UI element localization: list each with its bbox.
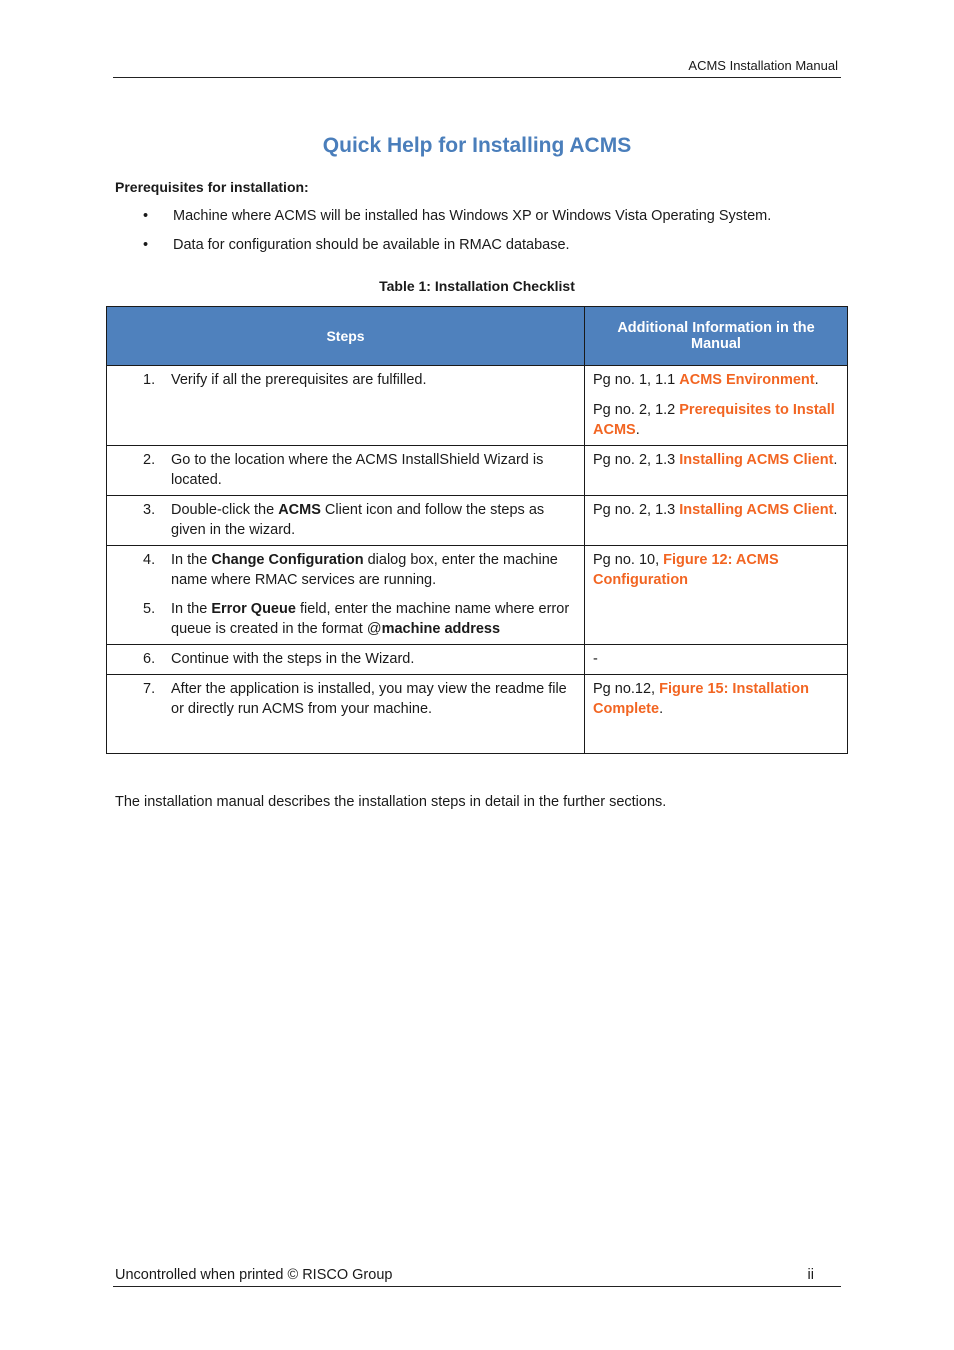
step-item: 3. Double-click the ACMS Client icon and …: [115, 500, 576, 540]
info-text: .: [833, 452, 838, 468]
installation-checklist-table: Steps Additional Information in the Manu…: [106, 306, 848, 754]
info-text: .: [833, 502, 838, 518]
table-row: 7. After the application is installed, yo…: [106, 674, 848, 754]
info-reference: -: [593, 649, 839, 669]
step-cell: 2. Go to the location where the ACMS Inst…: [106, 445, 585, 496]
step-number: 5.: [143, 601, 156, 617]
emphasis-text: machine address: [381, 621, 501, 637]
step-text: Double-click the ACMS Client icon and fo…: [171, 500, 576, 540]
footer-text: Uncontrolled when printed © RISCO Group: [115, 1267, 393, 1283]
step-number: 3.: [143, 502, 156, 518]
info-reference: Pg no. 10, Figure 12: ACMS Configuration: [593, 550, 839, 590]
bullet-icon: •: [143, 237, 149, 253]
info-cell: Pg no. 10, Figure 12: ACMS Configuration: [584, 545, 848, 645]
column-header-steps: Steps: [106, 306, 585, 366]
step-item: 5. In the Error Queue field, enter the ma…: [115, 599, 576, 639]
page-number: ii: [807, 1267, 814, 1283]
page-title: Quick Help for Installing ACMS: [322, 134, 632, 157]
info-text: Pg no. 2, 1.3: [593, 452, 680, 468]
info-text: Pg no.12,: [593, 681, 660, 697]
closing-paragraph: The installation manual describes the in…: [115, 794, 667, 810]
step-cell: 3. Double-click the ACMS Client icon and …: [106, 495, 585, 546]
list-item-text: Machine where ACMS will be installed has…: [173, 208, 772, 224]
step-text: After the application is installed, you …: [171, 679, 576, 719]
info-text: Pg no. 2, 1.3: [593, 502, 680, 518]
step-cell: 7. After the application is installed, yo…: [106, 674, 585, 754]
table-row: 6. Continue with the steps in the Wizard.…: [106, 644, 848, 675]
info-cell: Pg no. 2, 1.3 Installing ACMS Client.: [584, 445, 848, 496]
info-text: Pg no. 1, 1.1: [593, 372, 680, 388]
info-reference: Pg no. 1, 1.1 ACMS Environment.: [593, 370, 839, 390]
info-text: -: [593, 651, 598, 667]
emphasis-text: Error Queue: [211, 601, 296, 617]
step-text: In the Change Configuration dialog box, …: [171, 550, 576, 590]
info-text: .: [635, 422, 640, 438]
step-text-part: Double-click the: [171, 502, 279, 518]
step-text-part: Verify if all the prerequisites are fulf…: [171, 372, 427, 388]
step-number: 4.: [143, 552, 156, 568]
bullet-icon: •: [143, 208, 149, 224]
step-cell: 4. In the Change Configuration dialog box…: [106, 545, 585, 645]
step-text: In the Error Queue field, enter the mach…: [171, 599, 576, 639]
table-row: 2. Go to the location where the ACMS Inst…: [106, 445, 848, 496]
info-cell: Pg no. 2, 1.3 Installing ACMS Client.: [584, 495, 848, 546]
table-row: 3. Double-click the ACMS Client icon and …: [106, 495, 848, 546]
cross-reference-link[interactable]: Installing ACMS Client: [679, 502, 833, 518]
step-text-part: After the application is installed, you …: [171, 681, 567, 717]
step-text-part: In the: [171, 601, 212, 617]
footer-divider: [113, 1286, 841, 1287]
step-item: 2. Go to the location where the ACMS Inst…: [115, 450, 576, 490]
info-cell: -: [584, 644, 848, 675]
step-number: 6.: [143, 651, 156, 667]
step-text: Verify if all the prerequisites are fulf…: [171, 370, 576, 390]
emphasis-text: ACMS: [278, 502, 321, 518]
step-text-part: In the: [171, 552, 212, 568]
step-item: 7. After the application is installed, yo…: [115, 679, 576, 719]
step-cell: 1. Verify if all the prerequisites are fu…: [106, 365, 585, 446]
info-text: .: [814, 372, 819, 388]
step-text: Continue with the steps in the Wizard.: [171, 649, 576, 669]
column-header-additional-info: Additional Information in the Manual: [584, 306, 848, 366]
step-text-part: Continue with the steps in the Wizard.: [171, 651, 415, 667]
cross-reference-link[interactable]: ACMS Environment: [679, 372, 814, 388]
step-text-part: Go to the location where the ACMS Instal…: [171, 452, 544, 488]
step-cell: 6. Continue with the steps in the Wizard.: [106, 644, 585, 675]
table-row: 4. In the Change Configuration dialog box…: [106, 545, 848, 645]
info-text: .: [659, 701, 664, 717]
info-reference: Pg no.12, Figure 15: Installation Comple…: [593, 679, 839, 719]
info-reference: Pg no. 2, 1.3 Installing ACMS Client.: [593, 450, 839, 470]
step-number: 1.: [143, 372, 156, 388]
table-row: 1. Verify if all the prerequisites are fu…: [106, 365, 848, 446]
step-item: 1. Verify if all the prerequisites are fu…: [115, 370, 576, 390]
prerequisites-heading: Prerequisites for installation:: [115, 179, 309, 195]
step-number: 2.: [143, 452, 156, 468]
running-header: ACMS Installation Manual: [688, 58, 838, 73]
table-caption: Table 1: Installation Checklist: [379, 278, 575, 294]
step-item: 6. Continue with the steps in the Wizard.: [115, 649, 576, 669]
header-divider: [113, 77, 841, 78]
prerequisites-list: • Machine where ACMS will be installed ha…: [143, 208, 863, 266]
info-reference: Pg no. 2, 1.3 Installing ACMS Client.: [593, 500, 839, 520]
list-item: • Machine where ACMS will be installed ha…: [143, 208, 863, 237]
step-text: Go to the location where the ACMS Instal…: [171, 450, 576, 490]
info-text: Pg no. 10,: [593, 552, 664, 568]
emphasis-text: Change Configuration: [211, 552, 364, 568]
info-cell: Pg no.12, Figure 15: Installation Comple…: [584, 674, 848, 754]
info-reference: Pg no. 2, 1.2 Prerequisites to Install A…: [593, 400, 839, 440]
table-header-row: Steps Additional Information in the Manu…: [106, 306, 848, 366]
list-item-text: Data for configuration should be availab…: [173, 237, 570, 253]
step-item: 4. In the Change Configuration dialog box…: [115, 550, 576, 590]
list-item: • Data for configuration should be availa…: [143, 237, 863, 266]
cross-reference-link[interactable]: Installing ACMS Client: [679, 452, 833, 468]
step-number: 7.: [143, 681, 156, 697]
info-text: Pg no. 2, 1.2: [593, 402, 680, 418]
info-cell: Pg no. 1, 1.1 ACMS Environment. Pg no. 2,…: [584, 365, 848, 446]
